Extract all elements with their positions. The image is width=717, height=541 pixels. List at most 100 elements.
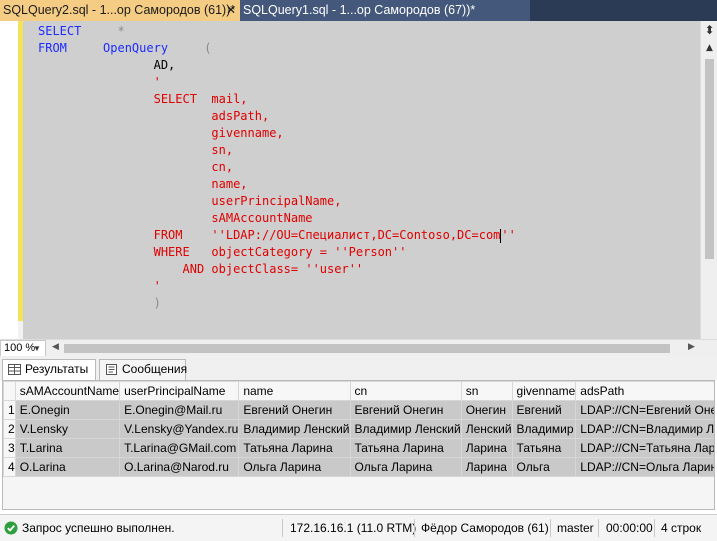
tab-results-label: Результаты — [25, 362, 89, 376]
status-server: 172.16.16.1 (11.0 RTM) — [290, 521, 417, 535]
row-number[interactable]: 3 — [3, 438, 16, 458]
code-line: sn, — [211, 143, 234, 157]
grid-cell[interactable]: LDAP://CN=Ольга Ларина — [575, 457, 714, 477]
grid-cell[interactable]: V.Lensky — [14, 419, 121, 439]
results-grid[interactable]: sAMAccountName userPrincipalName name cn sn g… — [2, 380, 715, 510]
messages-icon — [106, 364, 117, 375]
code-line: FROM ''LDAP://OU=Специалист,DC=Contoso,D… — [153, 228, 516, 243]
status-divider — [414, 519, 415, 537]
grid-cell[interactable]: Владимир Ленский — [349, 419, 462, 439]
grid-cell[interactable]: Евгений Онегин — [349, 400, 462, 420]
status-divider — [598, 519, 599, 537]
editor-vertical-scrollbar[interactable]: ⬍ ▲ — [700, 21, 717, 339]
code-line: ' — [153, 75, 161, 89]
zoom-select[interactable]: 100 % ▼ — [0, 340, 46, 357]
status-divider — [282, 519, 283, 537]
code-line: FROM OpenQuery ( — [38, 41, 212, 55]
sql-code[interactable]: SELECT * FROM OpenQuery ( AD, ' SELECT m… — [38, 23, 516, 312]
status-row-count: 4 строк — [661, 521, 702, 535]
grid-cell[interactable]: O.Larina — [14, 457, 121, 477]
grid-cell[interactable]: Владимир — [511, 419, 577, 439]
grid-icon — [8, 364, 21, 375]
grid-cell[interactable]: Ларина — [460, 438, 513, 458]
table-row[interactable]: 2 V.Lensky V.Lensky@Yandex.ru Владимир Ленс… — [3, 419, 714, 439]
grid-cell[interactable]: V.Lensky@Yandex.ru — [119, 419, 240, 439]
code-line: cn, — [211, 160, 234, 174]
table-row[interactable]: 1 E.Onegin E.Onegin@Mail.ru Евгений Онегин Е… — [3, 400, 714, 420]
code-line: WHERE objectCategory = ''Person'' — [153, 245, 407, 259]
code-line: ) — [153, 296, 161, 310]
code-line: AD, — [153, 58, 176, 72]
grid-cell[interactable]: LDAP://CN=Татьяна Ларина — [575, 438, 714, 458]
row-number[interactable]: 4 — [3, 457, 16, 477]
code-line: AND objectClass= ''user'' — [182, 262, 364, 276]
grid-cell[interactable]: Ольга Ларина — [349, 457, 462, 477]
close-icon[interactable]: ✕ — [226, 0, 236, 20]
code-line: name, — [211, 177, 248, 191]
row-number[interactable]: 2 — [3, 419, 16, 439]
status-divider — [654, 519, 655, 537]
grid-cell[interactable]: Татьяна Ларина — [238, 438, 351, 458]
scroll-left-icon[interactable]: ◀ — [52, 342, 59, 352]
column-header[interactable]: name — [238, 381, 351, 401]
zoom-value: 100 % — [4, 342, 36, 354]
scroll-right-icon[interactable]: ▶ — [688, 342, 695, 352]
grid-cell[interactable]: Татьяна Ларина — [349, 438, 462, 458]
tab-results[interactable]: Результаты — [2, 359, 96, 380]
grid-cell[interactable]: LDAP://CN=Евгений Онегин — [575, 400, 714, 420]
editor-gutter — [0, 21, 18, 339]
status-message: Запрос успешно выполнен. — [22, 521, 175, 535]
code-line: userPrincipalName, — [211, 194, 342, 208]
grid-cell[interactable]: Онегин — [460, 400, 513, 420]
code-line: givenname, — [211, 126, 284, 140]
grid-cell[interactable]: T.Larina — [14, 438, 121, 458]
tab-sqlquery1[interactable]: SQLQuery1.sql - 1...ор Самородов (67))* — [240, 0, 530, 21]
column-header[interactable]: cn — [349, 381, 462, 401]
grid-cell[interactable]: E.Onegin@Mail.ru — [119, 400, 240, 420]
horizontal-scroll-thumb[interactable] — [64, 344, 670, 353]
split-icon[interactable]: ⬍ — [703, 23, 716, 39]
row-number-header[interactable] — [3, 381, 16, 401]
code-line: adsPath, — [211, 109, 270, 123]
grid-header-row: sAMAccountName userPrincipalName name cn sn g… — [3, 381, 714, 401]
tab-label: SQLQuery2.sql - 1...ор Самородов (61))* — [3, 3, 236, 17]
scroll-up-icon[interactable]: ▲ — [704, 43, 715, 53]
grid-cell[interactable]: O.Larina@Narod.ru — [119, 457, 240, 477]
table-row[interactable]: 3 T.Larina T.Larina@GMail.com Татьяна Ларин… — [3, 438, 714, 458]
tab-label: SQLQuery1.sql - 1...ор Самородов (67))* — [243, 3, 476, 17]
column-header[interactable]: userPrincipalName — [119, 381, 240, 401]
column-header[interactable]: givenname — [511, 381, 577, 401]
unsaved-change-marker — [18, 21, 23, 321]
column-header[interactable]: sAMAccountName — [14, 381, 121, 401]
grid-cell[interactable]: Татьяна — [511, 438, 577, 458]
status-user: Фёдор Самородов (61) — [421, 521, 549, 535]
status-divider — [550, 519, 551, 537]
code-line: SELECT * — [38, 24, 125, 38]
tab-messages-label: Сообщения — [122, 362, 188, 376]
success-check-icon — [4, 521, 18, 535]
scroll-thumb[interactable] — [705, 59, 714, 259]
table-row[interactable]: 4 O.Larina O.Larina@Narod.ru Ольга Ларина Ол… — [3, 457, 714, 477]
status-database: master — [557, 521, 594, 535]
grid-cell[interactable]: Ларина — [460, 457, 513, 477]
grid-cell[interactable]: E.Onegin — [14, 400, 121, 420]
status-time: 00:00:00 — [606, 521, 653, 535]
tab-sqlquery2[interactable]: SQLQuery2.sql - 1...ор Самородов (61))*⬇… — [0, 0, 240, 21]
status-bar: Запрос успешно выполнен. 172.16.16.1 (11… — [0, 514, 717, 541]
results-table: sAMAccountName userPrincipalName name cn sn g… — [3, 381, 714, 477]
grid-cell[interactable]: Владимир Ленский — [238, 419, 351, 439]
tab-messages[interactable]: Сообщения — [99, 359, 188, 380]
code-line: SELECT mail, — [153, 92, 248, 106]
row-number[interactable]: 1 — [3, 400, 16, 420]
grid-cell[interactable]: LDAP://CN=Владимир Ленский — [575, 419, 714, 439]
chevron-down-icon[interactable]: ▼ — [33, 341, 41, 356]
grid-cell[interactable]: Евгений — [511, 400, 577, 420]
grid-cell[interactable]: Ольга — [511, 457, 577, 477]
query-editor[interactable]: SELECT * FROM OpenQuery ( AD, ' SELECT m… — [0, 21, 700, 339]
column-header[interactable]: adsPath — [575, 381, 714, 401]
grid-cell[interactable]: T.Larina@GMail.com — [119, 438, 240, 458]
grid-cell[interactable]: Ленский — [460, 419, 513, 439]
grid-cell[interactable]: Евгений Онегин — [238, 400, 351, 420]
column-header[interactable]: sn — [460, 381, 513, 401]
grid-cell[interactable]: Ольга Ларина — [238, 457, 351, 477]
